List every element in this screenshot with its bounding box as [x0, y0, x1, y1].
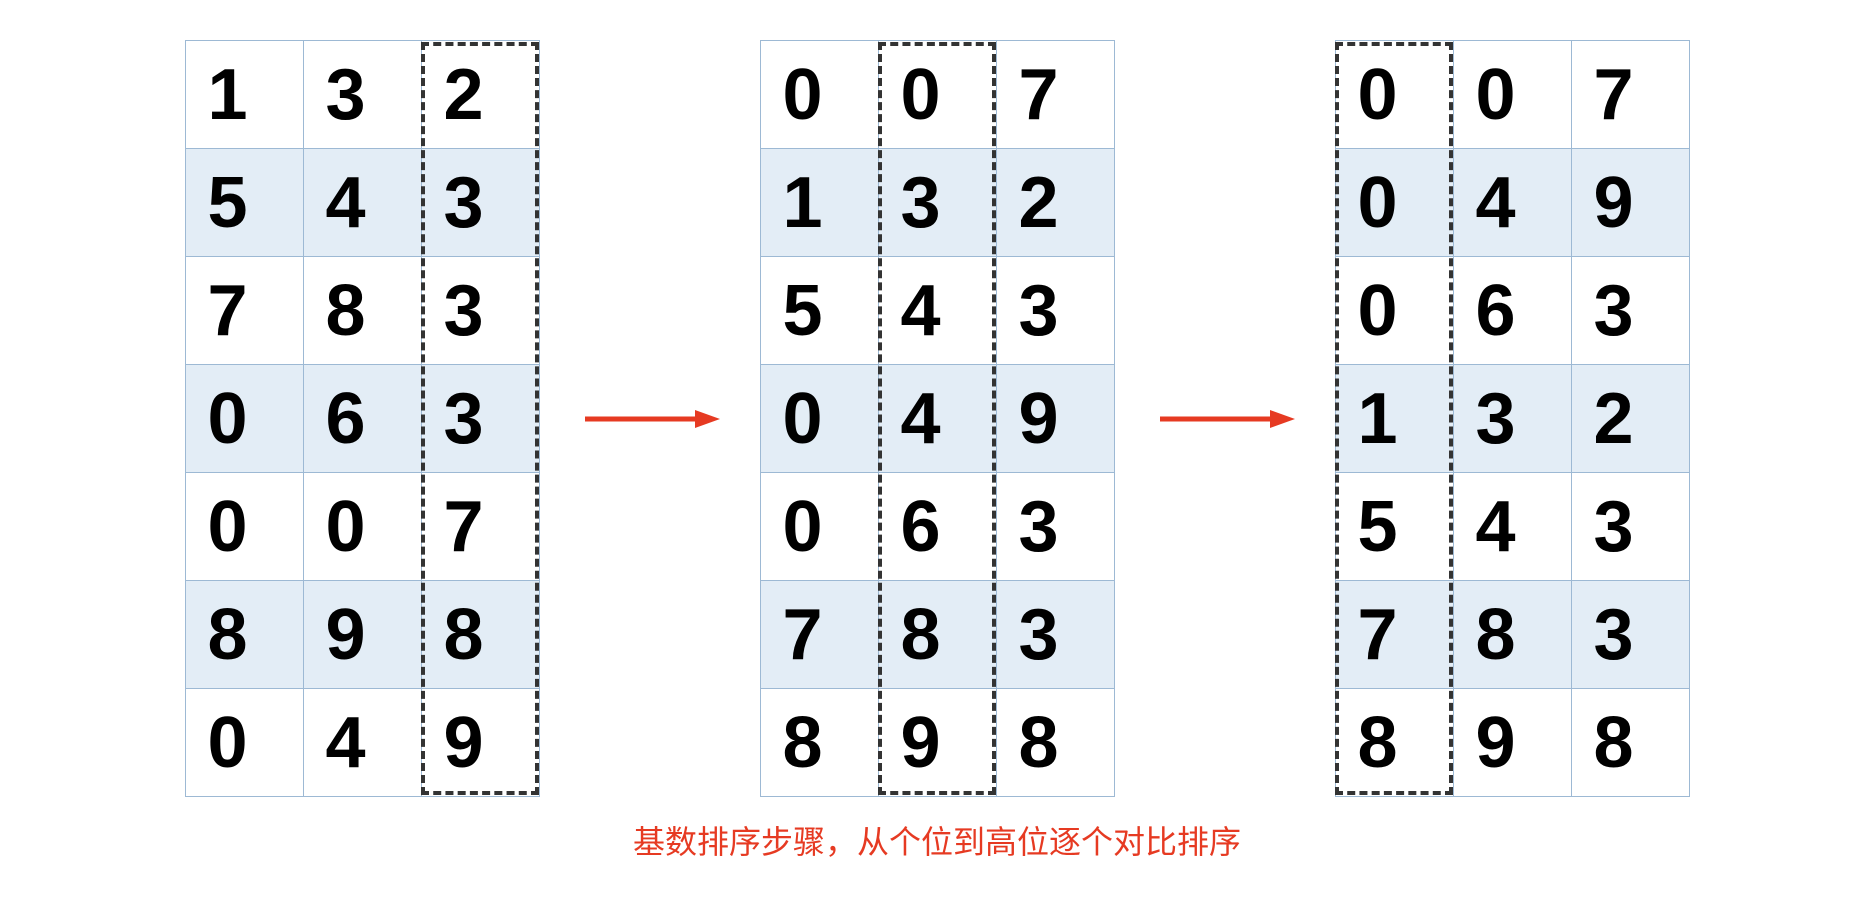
cell: 4: [1453, 473, 1571, 581]
digit-table-1: 132 543 783 063 007 898 049: [185, 40, 540, 797]
cell: 8: [878, 581, 996, 689]
cell: 0: [760, 41, 878, 149]
row: 543: [1335, 473, 1689, 581]
row: 063: [1335, 257, 1689, 365]
row: 007: [760, 41, 1114, 149]
row: 783: [760, 581, 1114, 689]
cell: 8: [421, 581, 539, 689]
digit-table-3: 007 049 063 132 543 783 898: [1335, 40, 1690, 797]
cell: 4: [303, 689, 421, 797]
row: 063: [760, 473, 1114, 581]
row: 132: [760, 149, 1114, 257]
cell: 5: [1335, 473, 1453, 581]
row: 049: [760, 365, 1114, 473]
row: 543: [185, 149, 539, 257]
cell: 9: [1453, 689, 1571, 797]
row: 783: [1335, 581, 1689, 689]
cell: 4: [303, 149, 421, 257]
cell: 0: [185, 689, 303, 797]
cell: 2: [421, 41, 539, 149]
cell: 7: [185, 257, 303, 365]
cell: 9: [878, 689, 996, 797]
cell: 5: [760, 257, 878, 365]
cell: 1: [185, 41, 303, 149]
row: 132: [185, 41, 539, 149]
radix-table-2: 007 132 543 049 063 783 898: [760, 40, 1115, 797]
cell: 6: [303, 365, 421, 473]
cell: 6: [878, 473, 996, 581]
cell: 3: [303, 41, 421, 149]
cell: 8: [1453, 581, 1571, 689]
cell: 7: [421, 473, 539, 581]
caption-text: 基数排序步骤，从个位到高位逐个对比排序: [0, 817, 1874, 863]
row: 543: [760, 257, 1114, 365]
cell: 0: [760, 365, 878, 473]
row: 049: [1335, 149, 1689, 257]
cell: 2: [996, 149, 1114, 257]
row: 898: [185, 581, 539, 689]
cell: 8: [996, 689, 1114, 797]
cell: 0: [1335, 257, 1453, 365]
row: 898: [1335, 689, 1689, 797]
cell: 0: [185, 473, 303, 581]
cell: 9: [303, 581, 421, 689]
row: 063: [185, 365, 539, 473]
cell: 4: [1453, 149, 1571, 257]
cell: 1: [760, 149, 878, 257]
cell: 3: [421, 257, 539, 365]
cell: 3: [1571, 581, 1689, 689]
cell: 1: [1335, 365, 1453, 473]
cell: 4: [878, 365, 996, 473]
cell: 3: [996, 581, 1114, 689]
cell: 7: [996, 41, 1114, 149]
cell: 7: [1335, 581, 1453, 689]
cell: 0: [1335, 41, 1453, 149]
cell: 3: [1571, 257, 1689, 365]
cell: 3: [1571, 473, 1689, 581]
radix-table-1: 132 543 783 063 007 898 049: [185, 40, 540, 797]
cell: 3: [878, 149, 996, 257]
cell: 3: [996, 257, 1114, 365]
cell: 8: [1571, 689, 1689, 797]
row: 007: [185, 473, 539, 581]
cell: 0: [760, 473, 878, 581]
row: 783: [185, 257, 539, 365]
arrow-icon: [580, 399, 720, 439]
cell: 0: [303, 473, 421, 581]
cell: 3: [421, 149, 539, 257]
cell: 3: [421, 365, 539, 473]
cell: 3: [996, 473, 1114, 581]
cell: 7: [760, 581, 878, 689]
cell: 8: [303, 257, 421, 365]
cell: 0: [1453, 41, 1571, 149]
digit-table-2: 007 132 543 049 063 783 898: [760, 40, 1115, 797]
cell: 0: [878, 41, 996, 149]
cell: 9: [1571, 149, 1689, 257]
cell: 4: [878, 257, 996, 365]
cell: 8: [760, 689, 878, 797]
cell: 9: [421, 689, 539, 797]
cell: 3: [1453, 365, 1571, 473]
cell: 9: [996, 365, 1114, 473]
cell: 0: [185, 365, 303, 473]
row: 049: [185, 689, 539, 797]
cell: 7: [1571, 41, 1689, 149]
cell: 0: [1335, 149, 1453, 257]
cell: 2: [1571, 365, 1689, 473]
cell: 6: [1453, 257, 1571, 365]
cell: 8: [185, 581, 303, 689]
row: 132: [1335, 365, 1689, 473]
cell: 5: [185, 149, 303, 257]
row: 898: [760, 689, 1114, 797]
cell: 8: [1335, 689, 1453, 797]
radix-table-3: 007 049 063 132 543 783 898: [1335, 40, 1690, 797]
arrow-icon: [1155, 399, 1295, 439]
diagram-container: 132 543 783 063 007 898 049 007 132 543 …: [0, 0, 1874, 797]
row: 007: [1335, 41, 1689, 149]
